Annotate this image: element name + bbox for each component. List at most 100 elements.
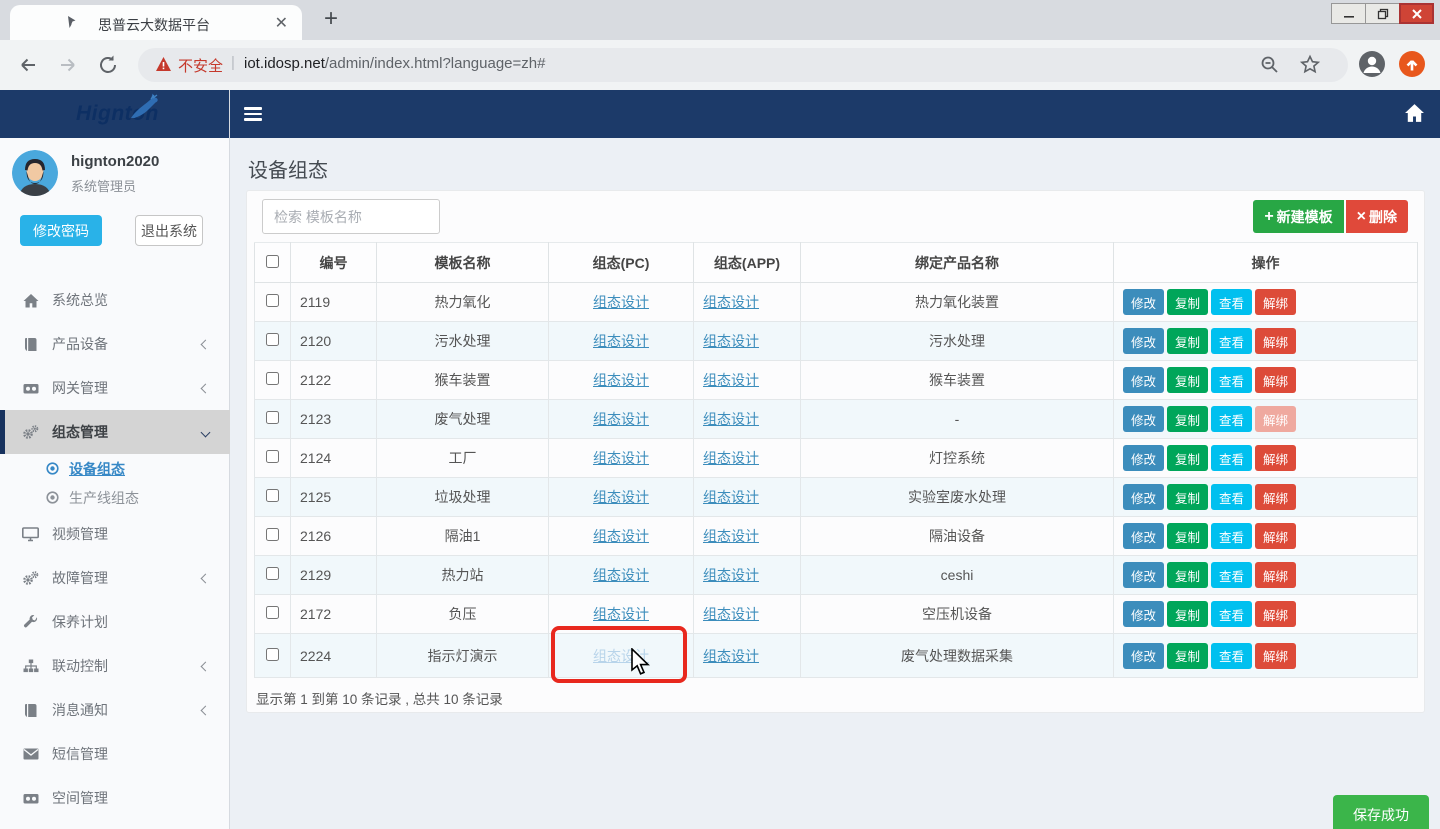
view-button[interactable]: 查看 (1211, 562, 1252, 588)
sidebar-item-production-line-config[interactable]: 生产线组态 (0, 483, 230, 512)
config-app-link[interactable]: 组态设计 (703, 333, 759, 349)
row-checkbox[interactable] (266, 489, 279, 502)
unbind-button[interactable]: 解绑 (1255, 367, 1296, 393)
edit-button[interactable]: 修改 (1123, 406, 1164, 432)
bookmark-star-icon[interactable] (1298, 53, 1322, 82)
config-app-link[interactable]: 组态设计 (703, 648, 759, 664)
edit-button[interactable]: 修改 (1123, 643, 1164, 669)
sidebar-item-space-mgmt[interactable]: 空间管理 (0, 776, 230, 820)
new-template-button[interactable]: +新建模板 (1253, 200, 1343, 233)
copy-button[interactable]: 复制 (1167, 367, 1208, 393)
sidebar-item-maintenance-plan[interactable]: 保养计划 (0, 600, 230, 644)
sidebar-item-device-config[interactable]: 设备组态 (0, 454, 230, 483)
unbind-button[interactable]: 解绑 (1255, 484, 1296, 510)
sidebar-item-message-notify[interactable]: 消息通知 (0, 688, 230, 732)
view-button[interactable]: 查看 (1211, 289, 1252, 315)
unbind-button[interactable]: 解绑 (1255, 328, 1296, 354)
logo[interactable]: Hignton (0, 90, 229, 138)
browser-update-button[interactable] (1398, 50, 1426, 83)
config-app-link[interactable]: 组态设计 (703, 411, 759, 427)
row-checkbox[interactable] (266, 606, 279, 619)
change-password-button[interactable]: 修改密码 (20, 215, 102, 246)
profile-avatar-button[interactable] (1358, 50, 1386, 83)
security-warning-icon[interactable] (155, 56, 172, 77)
copy-button[interactable]: 复制 (1167, 523, 1208, 549)
view-button[interactable]: 查看 (1211, 484, 1252, 510)
unbind-button[interactable]: 解绑 (1255, 562, 1296, 588)
view-button[interactable]: 查看 (1211, 601, 1252, 627)
copy-button[interactable]: 复制 (1167, 445, 1208, 471)
home-button[interactable] (1404, 103, 1425, 128)
config-pc-link[interactable]: 组态设计 (593, 489, 649, 505)
config-pc-link[interactable]: 组态设计 (593, 294, 649, 310)
config-pc-link[interactable]: 组态设计 (593, 372, 649, 388)
config-app-link[interactable]: 组态设计 (703, 567, 759, 583)
copy-button[interactable]: 复制 (1167, 601, 1208, 627)
edit-button[interactable]: 修改 (1123, 289, 1164, 315)
sidebar-item-gateway-mgmt[interactable]: 网关管理 (0, 366, 230, 410)
unbind-button[interactable]: 解绑 (1255, 445, 1296, 471)
zoom-out-icon[interactable] (1258, 53, 1282, 82)
view-button[interactable]: 查看 (1211, 367, 1252, 393)
config-pc-link[interactable]: 组态设计 (593, 606, 649, 622)
view-button[interactable]: 查看 (1211, 328, 1252, 354)
sidebar-item-product-device[interactable]: 产品设备 (0, 322, 230, 366)
logout-button[interactable]: 退出系统 (135, 215, 203, 246)
unbind-button[interactable]: 解绑 (1255, 601, 1296, 627)
unbind-button[interactable]: 解绑 (1255, 643, 1296, 669)
row-checkbox[interactable] (266, 333, 279, 346)
config-app-link[interactable]: 组态设计 (703, 372, 759, 388)
config-app-link[interactable]: 组态设计 (703, 489, 759, 505)
edit-button[interactable]: 修改 (1123, 601, 1164, 627)
edit-button[interactable]: 修改 (1123, 562, 1164, 588)
view-button[interactable]: 查看 (1211, 643, 1252, 669)
config-pc-link[interactable]: 组态设计 (593, 333, 649, 349)
row-checkbox[interactable] (266, 648, 279, 661)
config-app-link[interactable]: 组态设计 (703, 294, 759, 310)
view-button[interactable]: 查看 (1211, 445, 1252, 471)
sidebar-item-sms-mgmt[interactable]: 短信管理 (0, 732, 230, 776)
close-button[interactable] (1399, 3, 1434, 24)
row-checkbox[interactable] (266, 567, 279, 580)
forward-button[interactable] (56, 53, 80, 82)
sidebar-item-system-overview[interactable]: 系统总览 (0, 278, 230, 322)
edit-button[interactable]: 修改 (1123, 328, 1164, 354)
copy-button[interactable]: 复制 (1167, 328, 1208, 354)
row-checkbox[interactable] (266, 294, 279, 307)
copy-button[interactable]: 复制 (1167, 406, 1208, 432)
edit-button[interactable]: 修改 (1123, 367, 1164, 393)
new-tab-button[interactable]: + (324, 5, 338, 33)
copy-button[interactable]: 复制 (1167, 289, 1208, 315)
address-bar[interactable]: 不安全 | iot.idosp.net/admin/index.html?lan… (138, 48, 1348, 82)
copy-button[interactable]: 复制 (1167, 562, 1208, 588)
config-pc-link[interactable]: 组态设计 (593, 648, 649, 664)
config-app-link[interactable]: 组态设计 (703, 606, 759, 622)
delete-button[interactable]: ×删除 (1346, 200, 1408, 233)
edit-button[interactable]: 修改 (1123, 523, 1164, 549)
sidebar-item-video-mgmt[interactable]: 视频管理 (0, 512, 230, 556)
sidebar-item-config-mgmt[interactable]: 组态管理 (0, 410, 230, 454)
config-app-link[interactable]: 组态设计 (703, 528, 759, 544)
edit-button[interactable]: 修改 (1123, 445, 1164, 471)
search-input[interactable] (262, 199, 440, 234)
unbind-button[interactable]: 解绑 (1255, 289, 1296, 315)
tab-close-icon[interactable]: ✕ (275, 13, 288, 33)
row-checkbox[interactable] (266, 528, 279, 541)
view-button[interactable]: 查看 (1211, 406, 1252, 432)
config-pc-link[interactable]: 组态设计 (593, 450, 649, 466)
config-pc-link[interactable]: 组态设计 (593, 567, 649, 583)
sidebar-item-fault-mgmt[interactable]: 故障管理 (0, 556, 230, 600)
restore-button[interactable] (1365, 3, 1400, 24)
copy-button[interactable]: 复制 (1167, 484, 1208, 510)
minimize-button[interactable] (1331, 3, 1366, 24)
sidebar-item-linkage-control[interactable]: 联动控制 (0, 644, 230, 688)
config-pc-link[interactable]: 组态设计 (593, 411, 649, 427)
config-app-link[interactable]: 组态设计 (703, 450, 759, 466)
reload-button[interactable] (96, 53, 120, 82)
row-checkbox[interactable] (266, 411, 279, 424)
config-pc-link[interactable]: 组态设计 (593, 528, 649, 544)
row-checkbox[interactable] (266, 450, 279, 463)
copy-button[interactable]: 复制 (1167, 643, 1208, 669)
browser-tab[interactable]: 思普云大数据平台 ✕ (10, 5, 302, 40)
sidebar-toggle-button[interactable] (244, 107, 262, 121)
